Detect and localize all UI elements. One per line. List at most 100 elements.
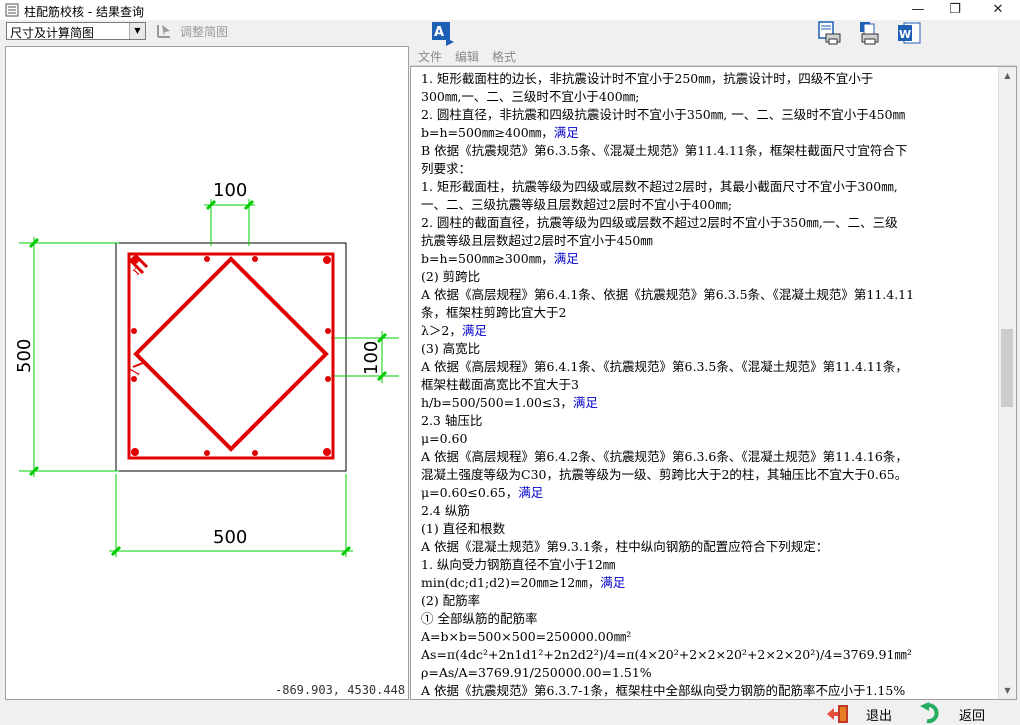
svg-text:W: W xyxy=(899,28,911,41)
report-line-text: 列要求： xyxy=(421,161,472,176)
print-icon[interactable] xyxy=(856,20,882,46)
report-line-text: 300㎜,一、二、三级时不宜小于400㎜; xyxy=(421,89,640,104)
rebar-left-1 xyxy=(131,328,137,334)
app-icon xyxy=(5,3,19,17)
report-line: 一、二、三级抗震等级且层数超过2层时不宜小于400㎜; xyxy=(421,196,1001,214)
diagram-canvas[interactable]: 100 500 100 500 π l xyxy=(5,46,409,700)
report-line: A 依据《抗震规范》第6.3.7-1条，框架柱中全部纵向受力钢筋的配筋率不应小于… xyxy=(421,682,1001,699)
scroll-thumb[interactable] xyxy=(1001,329,1013,407)
report-line: 1. 矩形截面柱，抗震等级为四级或层数不超过2层时，其最小截面尺寸不宜小于300… xyxy=(421,178,1001,196)
report-line: 框架柱截面高宽比不宜大于3 xyxy=(421,376,1001,394)
hook-mark-mid: l xyxy=(128,367,143,378)
rebar-corner-bl xyxy=(131,448,139,456)
title-bar: 柱配筋校核 - 结果查询 — ❐ ✕ xyxy=(0,0,1020,20)
report-line: 条，框架柱剪跨比宜大于2 xyxy=(421,304,1001,322)
report-line-text: 1. 矩形截面柱，抗震等级为四级或层数不超过2层时，其最小截面尺寸不宜小于300… xyxy=(421,179,898,194)
report-line: 300㎜,一、二、三级时不宜小于400㎜; xyxy=(421,88,1001,106)
check-result: 满足 xyxy=(553,251,579,266)
report-line: 1. 矩形截面柱的边长，非抗震设计时不宜小于250㎜，抗震设计时，四级不宜小于 xyxy=(421,70,1001,88)
report-line: (2) 剪跨比 xyxy=(421,268,1001,286)
report-text[interactable]: 1. 矩形截面柱的边长，非抗震设计时不宜小于250㎜，抗震设计时，四级不宜小于 3… xyxy=(421,70,1001,699)
report-line-text: 1. 纵向受力钢筋直径不宜小于12㎜ xyxy=(421,557,616,572)
report-line: B 依据《抗震规范》第6.3.5条、《混凝土规范》第11.4.11条，框架柱截面… xyxy=(421,142,1001,160)
rebar-left-2 xyxy=(131,376,137,382)
report-line: 2.4 纵筋 xyxy=(421,502,1001,520)
diamond-tie xyxy=(133,256,329,452)
dimension-top xyxy=(204,199,255,246)
close-button[interactable]: ✕ xyxy=(975,0,1020,20)
report-line-text: b=h=500㎜≥300㎜， xyxy=(421,251,554,266)
rebar-top-2 xyxy=(252,256,258,262)
report-line-text: As=π(4dc²+2n1d1²+2n2d2²)/4=π(4×20²+2×2×2… xyxy=(421,647,912,662)
report-line-text: 1. 矩形截面柱的边长，非抗震设计时不宜小于250㎜，抗震设计时，四级不宜小于 xyxy=(421,71,874,86)
check-result: 满足 xyxy=(518,485,544,500)
report-line: A 依据《高层规程》第6.4.1条、《抗震规范》第6.3.5条、《混凝土规范》第… xyxy=(421,358,1001,376)
report-line-text: 2.4 纵筋 xyxy=(421,503,470,518)
report-line: 2. 圆柱的截面直径，抗震等级为四级或层数不超过2层时不宜小于350㎜,一、二、… xyxy=(421,214,1001,232)
report-line: h/b=500/500=1.00≤3，满足 xyxy=(421,394,1001,412)
report-line-text: A 依据《高层规程》第6.4.2条、《抗震规范》第6.3.6条、《混凝土规范》第… xyxy=(421,449,908,464)
word-export-icon[interactable]: W xyxy=(896,20,922,46)
adjust-icon xyxy=(157,25,170,38)
report-line-text: 框架柱截面高宽比不宜大于3 xyxy=(421,377,579,392)
exit-door-icon xyxy=(827,705,848,723)
report-line: A 依据《混凝土规范》第9.3.1条，柱中纵向钢筋的配置应符合下列规定： xyxy=(421,538,1001,556)
report-line-text: 抗震等级且层数超过2层时不宜小于450㎜ xyxy=(421,233,653,248)
rebar-right-1 xyxy=(325,328,331,334)
report-line: 混凝土强度等级为C30，抗震等级为一级、剪跨比大于2的柱，其轴压比不宜大于0.6… xyxy=(421,466,1001,484)
window-title: 柱配筋校核 - 结果查询 xyxy=(24,5,144,19)
menu-file[interactable]: 文件 xyxy=(418,48,442,65)
check-result: 满足 xyxy=(461,323,487,338)
scroll-down-icon[interactable]: ▼ xyxy=(999,682,1016,699)
back-arrow-icon xyxy=(920,702,939,724)
menu-format[interactable]: 格式 xyxy=(492,48,516,65)
rebar-right-2 xyxy=(325,376,331,382)
report-panel[interactable]: 1. 矩形截面柱的边长，非抗震设计时不宜小于250㎜，抗震设计时，四级不宜小于 3… xyxy=(410,66,1017,700)
report-line: 抗震等级且层数超过2层时不宜小于450㎜ xyxy=(421,232,1001,250)
report-line-text: ρ=As/A=3769.91/250000.00=1.51% xyxy=(421,665,652,680)
report-line: 2.3 轴压比 xyxy=(421,412,1001,430)
report-line-text: 2. 圆柱的截面直径，抗震等级为四级或层数不超过2层时不宜小于350㎜,一、二、… xyxy=(421,215,898,230)
restore-button[interactable]: ❐ xyxy=(932,0,978,20)
dimension-right-label: 100 xyxy=(361,341,382,375)
rebar-bottom-2 xyxy=(252,450,258,456)
report-line-text: (2) 剪跨比 xyxy=(421,269,481,284)
report-line-text: μ=0.60 xyxy=(421,431,468,446)
report-line-text: B 依据《抗震规范》第6.3.5条、《混凝土规范》第11.4.11条，框架柱截面… xyxy=(421,143,908,158)
report-line: (1) 直径和根数 xyxy=(421,520,1001,538)
report-line-text: 一、二、三级抗震等级且层数超过2层时不宜小于400㎜; xyxy=(421,197,733,212)
report-line: μ=0.60≤0.65，满足 xyxy=(421,484,1001,502)
report-line-text: λ＞2， xyxy=(421,323,462,338)
report-line: b=h=500㎜≥400㎜，满足 xyxy=(421,124,1001,142)
report-line: A 依据《高层规程》第6.4.1条、依据《抗震规范》第6.3.5条、《混凝土规范… xyxy=(421,286,1001,304)
view-select[interactable]: 尺寸及计算简图 ▼ xyxy=(6,22,146,40)
report-line-text: h/b=500/500=1.00≤3， xyxy=(421,395,573,410)
report-line: (3) 高宽比 xyxy=(421,340,1001,358)
report-line-text: min(dc;d1;d2)=20㎜≥12㎜， xyxy=(421,575,601,590)
report-line-text: A 依据《高层规程》第6.4.1条、依据《抗震规范》第6.3.5条、《混凝土规范… xyxy=(421,287,915,302)
report-line: As=π(4dc²+2n1d1²+2n2d2²)/4=π(4×20²+2×2×2… xyxy=(421,646,1001,664)
report-line-text: (1) 直径和根数 xyxy=(421,521,506,536)
report-line-text: A 依据《混凝土规范》第9.3.1条，柱中纵向钢筋的配置应符合下列规定： xyxy=(421,539,829,554)
menu-edit[interactable]: 编辑 xyxy=(455,48,479,65)
print-preview-icon[interactable] xyxy=(816,20,842,46)
text-format-icon[interactable]: A xyxy=(430,20,456,46)
dropdown-arrow-icon[interactable]: ▼ xyxy=(129,23,145,39)
report-line-text: ① 全部纵筋的配筋率 xyxy=(421,611,538,626)
dimension-left-label: 500 xyxy=(14,339,35,373)
exit-label: 退出 xyxy=(866,709,893,724)
back-label: 返回 xyxy=(959,709,986,724)
hook-mid-left xyxy=(132,362,144,368)
cursor-coordinates: -869.903, 4530.448 xyxy=(275,683,406,697)
rebar-corner-br xyxy=(323,448,331,456)
report-line: A 依据《高层规程》第6.4.2条、《抗震规范》第6.3.6条、《混凝土规范》第… xyxy=(421,448,1001,466)
report-line-text: 条，框架柱剪跨比宜大于2 xyxy=(421,305,567,320)
report-line: μ=0.60 xyxy=(421,430,1001,448)
rebar-top-1 xyxy=(204,256,210,262)
scroll-up-icon[interactable]: ▲ xyxy=(999,67,1016,84)
report-line: b=h=500㎜≥300㎜，满足 xyxy=(421,250,1001,268)
report-line: (2) 配筋率 xyxy=(421,592,1001,610)
report-scrollbar[interactable]: ▲ ▼ xyxy=(998,67,1016,699)
dimension-top-label: 100 xyxy=(213,180,247,201)
view-select-value: 尺寸及计算简图 xyxy=(10,26,95,40)
